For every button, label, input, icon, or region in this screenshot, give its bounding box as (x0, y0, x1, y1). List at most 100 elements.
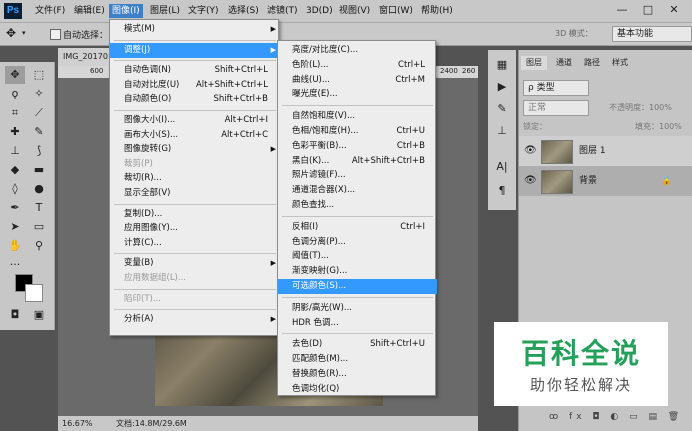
tab-layers[interactable]: 图层 (521, 56, 547, 70)
menu-item[interactable]: 分析(A) ▶ (110, 312, 280, 327)
quick-mask-icon[interactable]: ◘ (5, 306, 25, 324)
tab-paths[interactable]: 路径 (579, 56, 605, 70)
tab-styles[interactable]: 样式 (607, 56, 633, 70)
magic-wand-icon[interactable]: ✧ (29, 85, 49, 103)
menu-item[interactable]: 黑白(K)... Alt+Shift+Ctrl+B (278, 154, 437, 169)
menu-item[interactable]: 自动颜色(O) Shift+Ctrl+B (110, 92, 280, 107)
layer-kind-filter[interactable]: ρ 类型 (523, 80, 589, 96)
menu-layer[interactable]: 图层(L) (147, 4, 183, 18)
lasso-tool-icon[interactable]: ϙ (5, 85, 25, 103)
menu-window[interactable]: 窗口(W) (376, 4, 416, 18)
zoom-tool-icon[interactable]: ⚲ (29, 237, 49, 255)
workspace-select[interactable]: 基本功能 (612, 26, 692, 42)
menu-item[interactable]: 替换颜色(R)... (278, 367, 437, 382)
blend-mode-select[interactable]: 正常 (523, 100, 589, 116)
menu-item[interactable]: 曝光度(E)... (278, 87, 437, 102)
menu-item[interactable]: 可选颜色(S)... (278, 279, 437, 294)
menu-item[interactable]: 阈值(T)... (278, 249, 437, 264)
menu-3d[interactable]: 3D(D) (303, 4, 336, 18)
dodge-tool-icon[interactable]: ● (29, 180, 49, 198)
minimize-button[interactable]: — (610, 1, 634, 19)
menu-item[interactable]: 图像大小(I)... Alt+Ctrl+I (110, 113, 280, 128)
menu-select[interactable]: 选择(S) (225, 4, 262, 18)
marquee-tool-icon[interactable]: ⬚ (29, 66, 49, 84)
eraser-icon[interactable]: ◆ (5, 161, 25, 179)
menu-filter[interactable]: 滤镜(T) (264, 4, 301, 18)
eye-icon[interactable]: 👁 (524, 136, 537, 166)
menu-view[interactable]: 视图(V) (336, 4, 373, 18)
menu-item[interactable]: 照片滤镜(F)... (278, 168, 437, 183)
move-tool-icon[interactable]: ✥ (6, 26, 16, 40)
menu-item[interactable]: 渐变映射(G)... (278, 264, 437, 279)
brush-preset-icon[interactable]: ✎ (492, 100, 512, 118)
menu-file[interactable]: 文件(F) (32, 4, 68, 18)
more-tools-icon[interactable]: ··· (5, 256, 25, 274)
chevron-down-icon[interactable]: ▾ (22, 29, 26, 37)
menu-item[interactable]: 计算(C)... (110, 236, 280, 251)
text-tool-icon[interactable]: T (29, 199, 49, 217)
menu-item[interactable]: 去色(D) Shift+Ctrl+U (278, 337, 437, 352)
menu-item[interactable]: HDR 色调... (278, 316, 437, 331)
crop-tool-icon[interactable]: ⌗ (5, 104, 25, 122)
menu-item[interactable]: 变量(B) ▶ (110, 256, 280, 271)
menu-item[interactable]: 匹配颜色(M)... (278, 352, 437, 367)
clone-source-icon[interactable]: ⊥ (492, 122, 512, 140)
menu-item[interactable]: 自动对比度(U) Alt+Shift+Ctrl+L (110, 78, 280, 93)
tab-channels[interactable]: 通道 (551, 56, 577, 70)
menu-item[interactable]: 画布大小(S)... Alt+Ctrl+C (110, 128, 280, 143)
menu-item[interactable]: 曲线(U)... Ctrl+M (278, 73, 437, 88)
menu-item[interactable]: 图像旋转(G) ▶ (110, 142, 280, 157)
menu-item[interactable]: 裁切(R)... (110, 171, 280, 186)
fill-field[interactable]: 填充：100% (635, 121, 682, 132)
document-tab[interactable]: IMG_20170 (58, 48, 115, 66)
menu-item[interactable]: 色调均化(Q) (278, 382, 437, 397)
eyedropper-icon[interactable]: ⟋ (29, 104, 49, 122)
menu-image[interactable]: 图像(I) (109, 4, 143, 18)
menu-help[interactable]: 帮助(H) (418, 4, 456, 18)
shape-tool-icon[interactable]: ▭ (29, 218, 49, 236)
menu-type[interactable]: 文字(Y) (185, 4, 222, 18)
gradient-tool-icon[interactable]: ▬ (29, 161, 49, 179)
move-tool-icon[interactable]: ✥ (5, 66, 25, 84)
menu-item[interactable]: 显示全部(V) (110, 186, 280, 201)
menu-item[interactable]: 色调分离(P)... (278, 235, 437, 250)
menu-item[interactable]: 颜色查找... (278, 198, 437, 213)
menu-item[interactable]: 反相(I) Ctrl+I (278, 220, 437, 235)
clone-stamp-icon[interactable]: ⊥ (5, 142, 25, 160)
play-icon[interactable]: ▶ (492, 78, 512, 96)
opacity-field[interactable]: 不透明度：100% (609, 102, 672, 113)
eye-icon[interactable]: 👁 (524, 166, 537, 196)
pen-tool-icon[interactable]: ✒ (5, 199, 25, 217)
menu-item[interactable]: 自然饱和度(V)... (278, 109, 437, 124)
menu-item[interactable]: 复制(D)... (110, 207, 280, 222)
character-icon[interactable]: A| (492, 158, 512, 176)
menu-edit[interactable]: 编辑(E) (71, 4, 108, 18)
screen-mode-icon[interactable]: ▣ (29, 306, 49, 324)
menu-item[interactable]: 调整(J) ▶ (110, 42, 280, 58)
menu-item[interactable]: 通道混合器(X)... (278, 183, 437, 198)
menu-item[interactable]: 阴影/高光(W)... (278, 301, 437, 316)
paragraph-icon[interactable]: ¶ (492, 182, 512, 200)
maximize-button[interactable]: □ (636, 1, 660, 19)
layer-row[interactable]: 👁 图层 1 (519, 136, 692, 166)
background-color-swatch[interactable] (25, 284, 43, 302)
hand-tool-icon[interactable]: ✋ (5, 237, 25, 255)
auto-select-checkbox[interactable] (50, 29, 61, 40)
menu-item[interactable]: 模式(M) ▶ (110, 22, 280, 37)
menu-item[interactable]: 色彩平衡(B)... Ctrl+B (278, 139, 437, 154)
menu-item[interactable]: 色相/饱和度(H)... Ctrl+U (278, 124, 437, 139)
layer-row[interactable]: 👁 背景 🔒 (519, 166, 692, 196)
menu-item[interactable]: 亮度/对比度(C)... (278, 43, 437, 58)
menu-item[interactable]: 应用图像(Y)... (110, 221, 280, 236)
history-brush-icon[interactable]: ⟆ (29, 142, 49, 160)
brush-tool-icon[interactable]: ✎ (29, 123, 49, 141)
menu-item[interactable]: 色阶(L)... Ctrl+L (278, 58, 437, 73)
close-button[interactable]: ✕ (662, 1, 686, 19)
panel-footer-icons[interactable]: ꝏ fx ◘ ◐ ▭ ▤ 🗑 (549, 412, 689, 422)
zoom-level[interactable]: 16.67% (62, 416, 93, 431)
menu-item[interactable]: 自动色调(N) Shift+Ctrl+L (110, 63, 280, 78)
history-icon[interactable]: ▦ (492, 56, 512, 74)
healing-brush-icon[interactable]: ✚ (5, 123, 25, 141)
path-select-icon[interactable]: ➤ (5, 218, 25, 236)
blur-tool-icon[interactable]: ◊ (5, 180, 25, 198)
